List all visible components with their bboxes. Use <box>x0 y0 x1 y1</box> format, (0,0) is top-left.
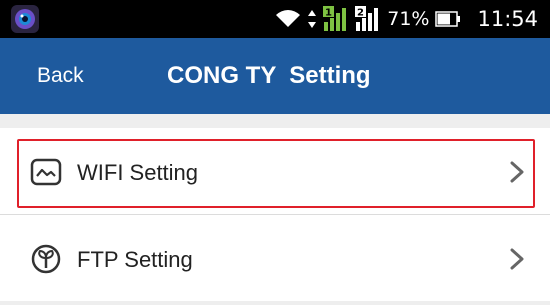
sim1-label: 1 <box>325 8 332 19</box>
ftp-setting-item[interactable]: FTP Setting <box>0 214 550 301</box>
data-transfer-icon <box>308 10 317 28</box>
wifi-icon <box>276 10 301 27</box>
wifi-setting-item[interactable]: WIFI Setting <box>0 128 550 214</box>
battery-percent: 71% <box>387 8 430 30</box>
sim2-signal-icon: 2 <box>355 6 379 31</box>
page-title: CONG TY Setting <box>167 62 371 89</box>
header-spacer <box>0 114 550 128</box>
chevron-right-icon <box>510 248 524 270</box>
camera-app-icon[interactable] <box>10 4 40 34</box>
settings-list: WIFI Setting FTP Setting <box>0 128 550 301</box>
back-button[interactable]: Back <box>37 38 84 114</box>
ftp-setting-label: FTP Setting <box>77 247 193 272</box>
wifi-settings-icon <box>30 158 62 186</box>
status-icons: 1 2 71% 11:54 <box>275 0 538 38</box>
ftp-icon <box>31 244 61 274</box>
status-bar: 1 2 71% 11:54 <box>0 0 550 38</box>
battery-icon <box>435 11 461 27</box>
wifi-setting-label: WIFI Setting <box>77 160 199 185</box>
chevron-right-icon <box>510 161 524 183</box>
clock: 11:54 <box>477 7 538 31</box>
sim1-signal-icon: 1 <box>323 6 347 31</box>
app-header: Back CONG TY Setting <box>0 38 550 115</box>
sim2-label: 2 <box>357 8 364 19</box>
